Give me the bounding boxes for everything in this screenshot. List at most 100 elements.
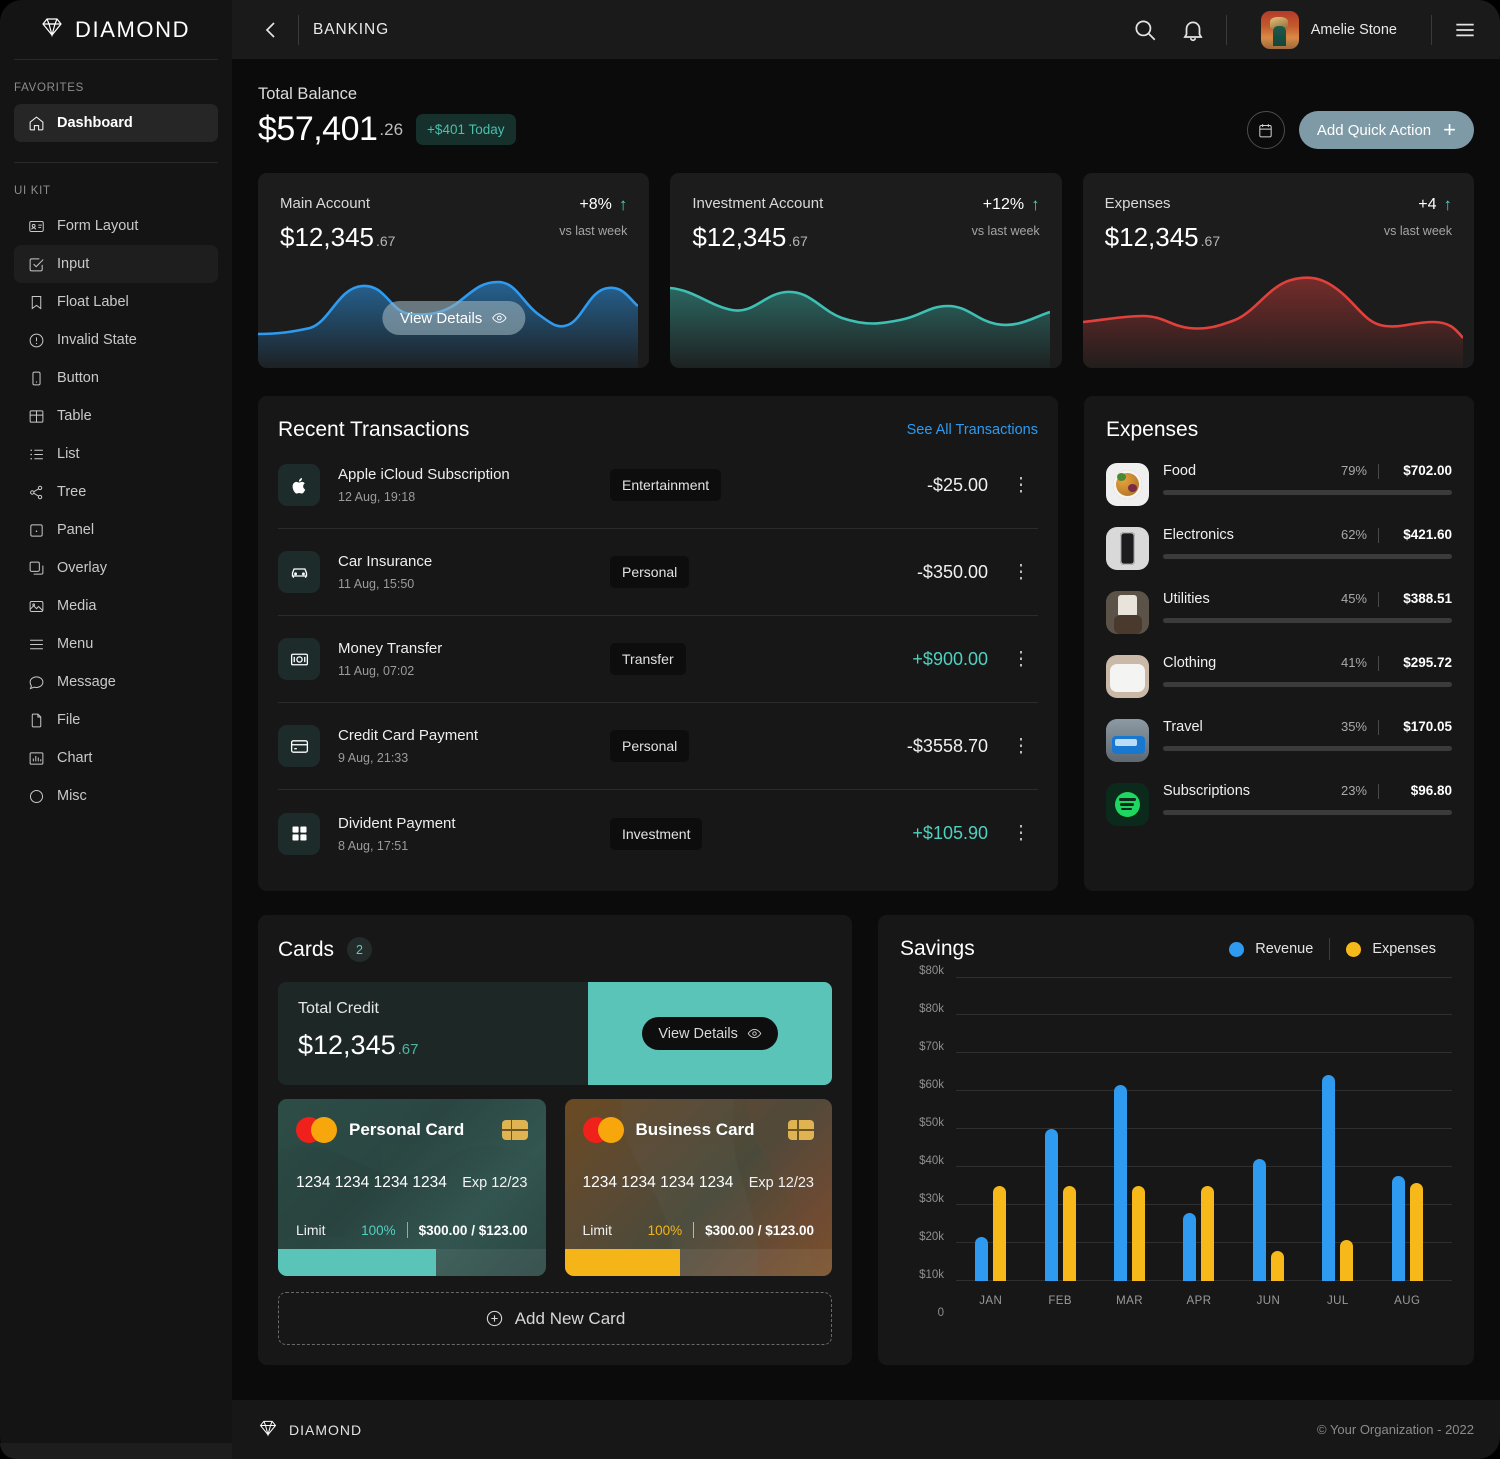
list-item[interactable]: Electronics 62% $421.60 (1106, 527, 1452, 570)
sidebar-item-misc[interactable]: Misc (14, 777, 218, 815)
menu-icon (28, 636, 45, 653)
topbar-divider-3 (1431, 14, 1432, 45)
sidebar-item-media[interactable]: Media (14, 587, 218, 625)
y-tick-label: $30k (919, 1192, 944, 1205)
transaction-name: Money Transfer (338, 640, 443, 657)
arrow-up-icon: ↑ (1031, 195, 1040, 214)
bell-icon[interactable] (1178, 15, 1208, 45)
table-row[interactable]: Divident Payment 8 Aug, 17:51 Investment… (278, 790, 1038, 877)
table-row[interactable]: Credit Card Payment 9 Aug, 21:33 Persona… (278, 703, 1038, 790)
card-number: 1234 1234 1234 1234 (296, 1174, 447, 1191)
sidebar-brand: DIAMOND (0, 0, 232, 59)
bar-revenue-jul (1322, 1074, 1336, 1281)
bar-group (1373, 977, 1442, 1281)
add-quick-action-button[interactable]: Add Quick Action + (1298, 111, 1474, 149)
more-options-icon[interactable]: ⋮ (1004, 474, 1038, 497)
account-card-investment[interactable]: Investment Account $12,345.67 +12% ↑ vs l… (670, 173, 1062, 368)
sidebar-item-float-label[interactable]: Float Label (14, 283, 218, 321)
more-options-icon[interactable]: ⋮ (1004, 648, 1038, 671)
user-name: Amelie Stone (1310, 21, 1397, 38)
file-icon (28, 712, 45, 729)
card-expiry: Exp 12/23 (748, 1175, 814, 1191)
calendar-icon[interactable] (1246, 111, 1285, 149)
bar-revenue-jan (975, 1237, 989, 1281)
eye-icon (492, 313, 507, 323)
account-name: Main Account (280, 195, 371, 212)
savings-bar-chart: $80k $80k $70k $60k $50k $40k $30k $20k … (900, 965, 1452, 1319)
sidebar-item-invalid-state[interactable]: Invalid State (14, 321, 218, 359)
list-item[interactable]: Utilities 45% $388.51 (1106, 591, 1452, 634)
table-row[interactable]: Car Insurance 11 Aug, 15:50 Personal -$3… (278, 529, 1038, 616)
more-options-icon[interactable]: ⋮ (1004, 735, 1038, 758)
table-row[interactable]: Money Transfer 11 Aug, 07:02 Transfer +$… (278, 616, 1038, 703)
table-row[interactable]: Apple iCloud Subscription 12 Aug, 19:18 … (278, 442, 1038, 529)
view-details-button[interactable]: View Details (642, 1017, 778, 1050)
account-delta: +8% (579, 196, 612, 213)
more-options-icon[interactable]: ⋮ (1004, 822, 1038, 845)
view-details-button[interactable]: View Details (382, 301, 526, 335)
card-limit-label: Limit (582, 1222, 613, 1238)
card-progress-fill (278, 1249, 436, 1276)
content: Total Balance $57,401 .26 +$401 Today Ad… (232, 59, 1500, 1378)
credit-card-icon (278, 725, 320, 767)
account-name: Expenses (1104, 195, 1171, 212)
account-subtext: vs last week (1383, 224, 1452, 238)
divider (1378, 463, 1379, 479)
account-sparkline (670, 286, 1051, 368)
sidebar-item-label: Chart (57, 750, 93, 766)
account-subtext: vs last week (559, 224, 628, 238)
legend-item-expenses[interactable]: Expenses (1330, 941, 1452, 957)
sidebar-item-chart[interactable]: Chart (14, 739, 218, 777)
account-card-expenses[interactable]: Expenses $12,345.67 +4 ↑ vs last week (1082, 173, 1474, 368)
savings-panel: Savings Revenue Expenses $80k $80k $70k … (878, 915, 1474, 1365)
more-options-icon[interactable]: ⋮ (1004, 561, 1038, 584)
sidebar-item-tree[interactable]: Tree (14, 473, 218, 511)
list-item[interactable]: Clothing 41% $295.72 (1106, 655, 1452, 698)
transaction-amount: -$350.00 (916, 561, 988, 582)
sidebar-item-file[interactable]: File (14, 701, 218, 739)
bar-revenue-feb (1044, 1129, 1058, 1281)
chip-icon (501, 1120, 528, 1140)
expense-value: $96.80 (1410, 783, 1452, 798)
diamond-logo-icon (258, 1418, 278, 1441)
sidebar-item-list[interactable]: List (14, 435, 218, 473)
sidebar-item-overlay[interactable]: Overlay (14, 549, 218, 587)
bank-card-personal[interactable]: Personal Card 1234 1234 1234 1234 Exp 12… (278, 1099, 546, 1276)
search-icon[interactable] (1130, 15, 1160, 45)
sidebar-item-panel[interactable]: Panel (14, 511, 218, 549)
total-credit-card: Total Credit $12,345.67 View Details (278, 982, 832, 1085)
overlay-icon (28, 560, 45, 577)
account-card-main[interactable]: Main Account $12,345.67 +8% ↑ vs last wee… (258, 173, 650, 368)
sidebar-item-menu[interactable]: Menu (14, 625, 218, 663)
add-new-card-button[interactable]: Add New Card (278, 1292, 832, 1345)
mastercard-icon (296, 1117, 338, 1143)
topbar-actions: Amelie Stone (1130, 10, 1480, 49)
card-limit-values: $300.00 / $123.00 (705, 1222, 814, 1238)
sidebar-item-form-layout[interactable]: Form Layout (14, 207, 218, 245)
see-all-transactions-link[interactable]: See All Transactions (907, 422, 1038, 438)
sidebar-item-message[interactable]: Message (14, 663, 218, 701)
legend-label: Expenses (1372, 941, 1436, 957)
sidebar-item-button[interactable]: Button (14, 359, 218, 397)
panel-icon (28, 522, 45, 539)
list-item[interactable]: Travel 35% $170.05 (1106, 719, 1452, 762)
sidebar-item-label: Input (57, 256, 90, 272)
plus-icon: + (1443, 117, 1456, 142)
hamburger-icon[interactable] (1450, 15, 1480, 45)
bank-card-business[interactable]: Business Card 1234 1234 1234 1234 Exp 12… (564, 1099, 832, 1276)
expense-name: Food (1163, 463, 1197, 479)
sidebar-item-input[interactable]: Input (14, 245, 218, 283)
sidebar-item-dashboard[interactable]: Dashboard (14, 104, 218, 142)
progress-bar (1163, 490, 1452, 495)
sidebar-item-table[interactable]: Table (14, 397, 218, 435)
list-item[interactable]: Subscriptions 23% $96.80 (1106, 783, 1452, 826)
back-button[interactable] (258, 17, 284, 43)
list-item[interactable]: Food 79% $702.00 (1106, 463, 1452, 506)
legend-item-revenue[interactable]: Revenue (1213, 941, 1329, 957)
account-subtext: vs last week (971, 224, 1040, 238)
topbar-divider (298, 14, 299, 45)
card-limit-percent: 100% (361, 1222, 396, 1238)
bank-cards: Personal Card 1234 1234 1234 1234 Exp 12… (278, 1099, 832, 1276)
user-menu[interactable]: Amelie Stone (1245, 10, 1413, 49)
bus-thumb (1106, 719, 1149, 762)
